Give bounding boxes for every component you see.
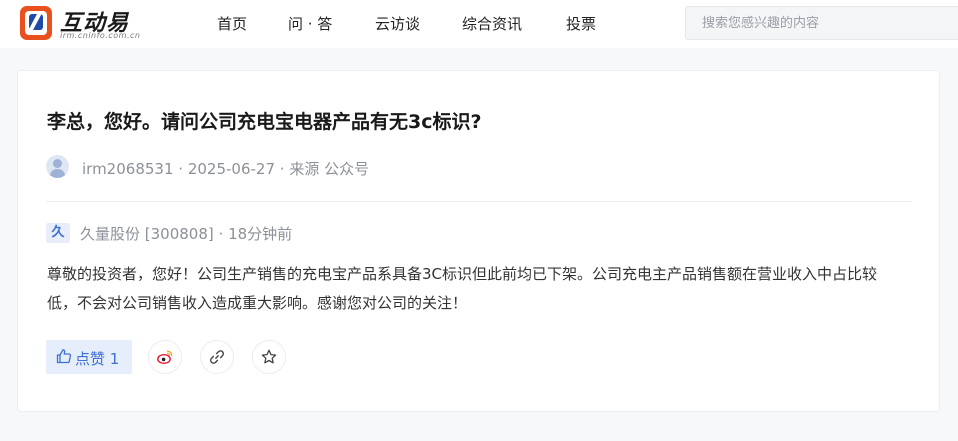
like-count: 1 [109, 350, 120, 368]
top-header: 互动易 irm.cninfo.com.cn 首页 问 · 答 云访谈 综合资讯 … [0, 0, 958, 48]
nav-news[interactable]: 综合资讯 [462, 13, 522, 34]
user-avatar-icon[interactable] [46, 155, 69, 178]
answer-time: 18分钟前 [228, 225, 293, 243]
logo-subtext: irm.cninfo.com.cn [60, 31, 141, 40]
company-name[interactable]: 久量股份 [300808] [80, 225, 214, 243]
search-box [685, 6, 958, 40]
weibo-icon [157, 350, 173, 365]
like-button[interactable]: 点赞 1 [46, 340, 132, 374]
like-label: 点赞 1 [75, 350, 120, 368]
favorite-button[interactable] [252, 340, 286, 374]
question-user[interactable]: irm2068531 [82, 160, 174, 178]
answer-meta-text: 久量股份 [300808] · 18分钟前 [80, 223, 292, 244]
meta-separator: · [279, 160, 290, 178]
question-source: 来源 公众号 [289, 160, 370, 178]
logo-icon[interactable] [20, 6, 52, 40]
nav-qa[interactable]: 问 · 答 [288, 13, 332, 34]
link-icon [209, 350, 225, 364]
share-weibo-button[interactable] [148, 340, 182, 374]
question-date: 2025-06-27 [187, 160, 276, 178]
nav-cloud-interview[interactable]: 云访谈 [375, 13, 420, 34]
question-meta-text: irm2068531 · 2025-06-27 · 来源 公众号 [82, 158, 369, 179]
company-badge: 久 [46, 223, 70, 243]
meta-separator: · [218, 225, 229, 243]
search-input[interactable] [686, 7, 958, 39]
nav-home[interactable]: 首页 [217, 13, 247, 34]
copy-link-button[interactable] [200, 340, 234, 374]
thumbs-up-icon [56, 349, 72, 364]
nav-vote[interactable]: 投票 [566, 13, 596, 34]
qa-card: 李总，您好。请问公司充电宝电器产品有无3c标识? irm2068531 · 20… [17, 70, 940, 412]
star-icon [261, 349, 277, 364]
divider [46, 201, 912, 202]
meta-separator: · [178, 160, 188, 178]
question-title: 李总，您好。请问公司充电宝电器产品有无3c标识? [47, 111, 482, 133]
answer-text: 尊敬的投资者，您好！公司生产销售的充电宝产品系具备3C标识但此前均已下架。公司充… [47, 265, 878, 312]
